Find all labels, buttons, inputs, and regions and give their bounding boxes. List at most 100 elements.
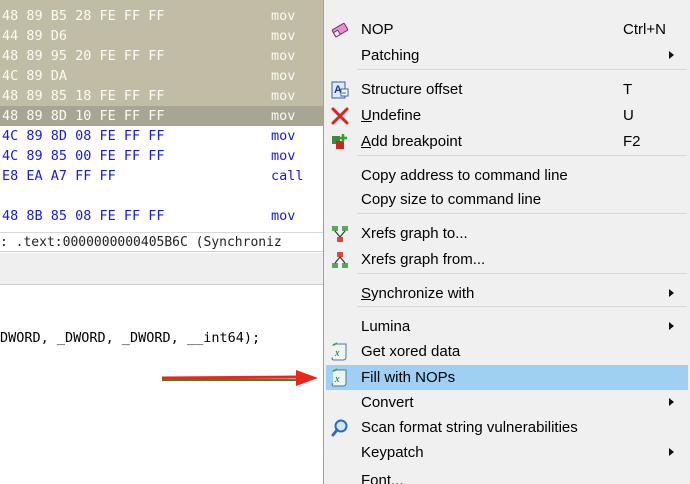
menu-item-shortcut: F2: [623, 133, 641, 150]
disassembly-status-line: : .text:0000000000405B6C (Synchroniz: [0, 232, 325, 252]
xrefs-from-icon: [330, 250, 350, 270]
disassembly-view[interactable]: 48 89 B5 28 FE FF FF mov 44 89 D6 mov 48 89 …: [0, 0, 325, 228]
instruction-bytes: 4C 89 DA: [2, 68, 68, 84]
submenu-arrow-icon: [669, 289, 674, 297]
submenu-arrow-icon: [669, 448, 674, 456]
script-x-icon: x: [330, 342, 350, 362]
menu-item-label: Structure offset: [361, 81, 463, 98]
instruction-mnemonic: mov: [271, 48, 296, 64]
menu-item-synchronize[interactable]: Synchronize with: [326, 281, 688, 306]
menu-separator: [357, 213, 687, 214]
instruction-bytes: 48 89 8D 10 FE FF FF: [2, 108, 165, 124]
menu-item-label: Convert: [361, 394, 414, 411]
menu-item-fill-nops[interactable]: x Fill with NOPs: [326, 365, 688, 390]
menu-item-copy-size[interactable]: Copy size to command line: [326, 187, 688, 212]
menu-separator: [357, 306, 687, 307]
disasm-line[interactable]: 48 8B 85 08 FE FF FF mov: [0, 206, 325, 226]
menu-item-shortcut: Ctrl+N: [623, 21, 666, 38]
menu-item-label: Keypatch: [361, 444, 424, 461]
menu-item-lumina[interactable]: Lumina: [326, 314, 688, 339]
menu-item-get-xored[interactable]: x Get xored data: [326, 339, 688, 364]
context-menu[interactable]: Analyze selected areaNOPCtrl+NPatchingAS…: [323, 0, 690, 484]
disasm-line[interactable]: [0, 186, 325, 206]
instruction-mnemonic: call: [271, 168, 304, 184]
menu-item-label: Xrefs graph to...: [361, 225, 468, 242]
menu-item-mnemonic-letter: A: [361, 133, 372, 150]
instruction-bytes: E8 EA A7 FF FF: [2, 168, 116, 184]
menu-item-patching[interactable]: Patching: [326, 43, 688, 68]
menu-item-analyze-selected-area[interactable]: Analyze selected area: [326, 0, 688, 4]
menu-item-keypatch[interactable]: Keypatch: [326, 440, 688, 465]
menu-item-copy-address[interactable]: Copy address to command line: [326, 163, 688, 188]
disasm-line[interactable]: 4C 89 8D 08 FE FF FF mov: [0, 126, 325, 146]
menu-item-label-rest: ndefine: [371, 107, 422, 124]
menu-item-label-rest: ynchronize with: [371, 285, 475, 302]
menu-item-label: Add breakpoint: [361, 129, 462, 154]
menu-item-scan-format[interactable]: Scan format string vulnerabilities: [326, 415, 688, 440]
instruction-bytes: 48 89 85 18 FE FF FF: [2, 88, 165, 104]
menu-item-label: NOP: [361, 21, 394, 38]
instruction-mnemonic: mov: [271, 28, 296, 44]
menu-item-font[interactable]: Font...: [326, 468, 688, 484]
menu-item-label: Fill with NOPs: [361, 369, 456, 386]
menu-item-mnemonic-letter: U: [361, 107, 372, 124]
menu-item-label: Xrefs graph from...: [361, 251, 486, 268]
breakpoint-icon: [330, 132, 350, 152]
annotation-arrow: [161, 370, 318, 386]
submenu-arrow-icon: [669, 398, 674, 406]
menu-item-label: Scan format string vulnerabilities: [361, 419, 578, 436]
script-x-icon: x: [330, 368, 350, 388]
disasm-line[interactable]: 4C 89 85 00 FE FF FF mov: [0, 146, 325, 166]
menu-item-shortcut: T: [623, 81, 633, 98]
menu-item-mnemonic-letter: S: [361, 285, 372, 302]
menu-item-xrefs-from[interactable]: Xrefs graph from...: [326, 247, 688, 272]
menu-item-add-breakpoint[interactable]: Add breakpoint F2: [326, 129, 688, 154]
instruction-mnemonic: mov: [271, 108, 296, 124]
menu-item-undefine[interactable]: Undefine U: [326, 103, 688, 128]
menu-separator: [357, 155, 687, 156]
menu-item-label: Font...: [361, 472, 404, 484]
menu-item-label: Copy size to command line: [361, 191, 542, 208]
menu-item-shortcut: U: [623, 107, 634, 124]
svg-text:x: x: [334, 348, 340, 359]
disasm-line[interactable]: 48 89 B5 28 FE FF FF mov: [0, 6, 325, 26]
disasm-line[interactable]: 48 89 85 18 FE FF FF mov: [0, 86, 325, 106]
disasm-line[interactable]: 48 89 8D 10 FE FF FF mov: [0, 106, 325, 126]
menu-separator: [357, 69, 687, 70]
magnifier-icon: [330, 418, 350, 438]
panel-tab-strip: [0, 253, 325, 285]
instruction-bytes: 48 8B 85 08 FE FF FF: [2, 208, 165, 224]
instruction-bytes: 4C 89 85 00 FE FF FF: [2, 148, 165, 164]
menu-item-nop[interactable]: NOP Ctrl+N: [326, 17, 688, 42]
svg-text:x: x: [334, 374, 340, 385]
menu-item-structure-offset[interactable]: A Structure offset T: [326, 77, 688, 102]
eraser-icon: [330, 20, 350, 40]
instruction-bytes: 48 89 B5 28 FE FF FF: [2, 8, 165, 24]
pseudocode-line: DWORD, _DWORD, _DWORD, __int64);: [0, 330, 261, 346]
menu-item-label: Undefine: [361, 103, 421, 128]
instruction-mnemonic: mov: [271, 8, 296, 24]
instruction-mnemonic: mov: [271, 88, 296, 104]
menu-item-label-rest: dd breakpoint: [371, 133, 462, 150]
submenu-arrow-icon: [669, 51, 674, 59]
instruction-mnemonic: mov: [271, 68, 296, 84]
instruction-bytes: 4C 89 8D 08 FE FF FF: [2, 128, 165, 144]
menu-item-label: Copy address to command line: [361, 167, 568, 184]
menu-item-convert[interactable]: Convert: [326, 390, 688, 415]
menu-item-label: Analyze selected area: [361, 0, 509, 4]
menu-item-label: Get xored data: [361, 343, 461, 360]
disasm-line[interactable]: 44 89 D6 mov: [0, 26, 325, 46]
menu-item-label: Synchronize with: [361, 281, 474, 306]
structure-offset-icon: A: [330, 80, 350, 100]
xrefs-to-icon: [330, 224, 350, 244]
instruction-mnemonic: mov: [271, 148, 296, 164]
instruction-bytes: 44 89 D6: [2, 28, 68, 44]
disasm-line[interactable]: E8 EA A7 FF FF call: [0, 166, 325, 186]
disasm-line[interactable]: 48 89 95 20 FE FF FF mov: [0, 46, 325, 66]
instruction-bytes: 48 89 95 20 FE FF FF: [2, 48, 165, 64]
menu-separator: [357, 273, 687, 274]
disasm-line[interactable]: 4C 89 DA mov: [0, 66, 325, 86]
submenu-arrow-icon: [669, 322, 674, 330]
instruction-mnemonic: mov: [271, 208, 296, 224]
menu-item-xrefs-to[interactable]: Xrefs graph to...: [326, 221, 688, 246]
